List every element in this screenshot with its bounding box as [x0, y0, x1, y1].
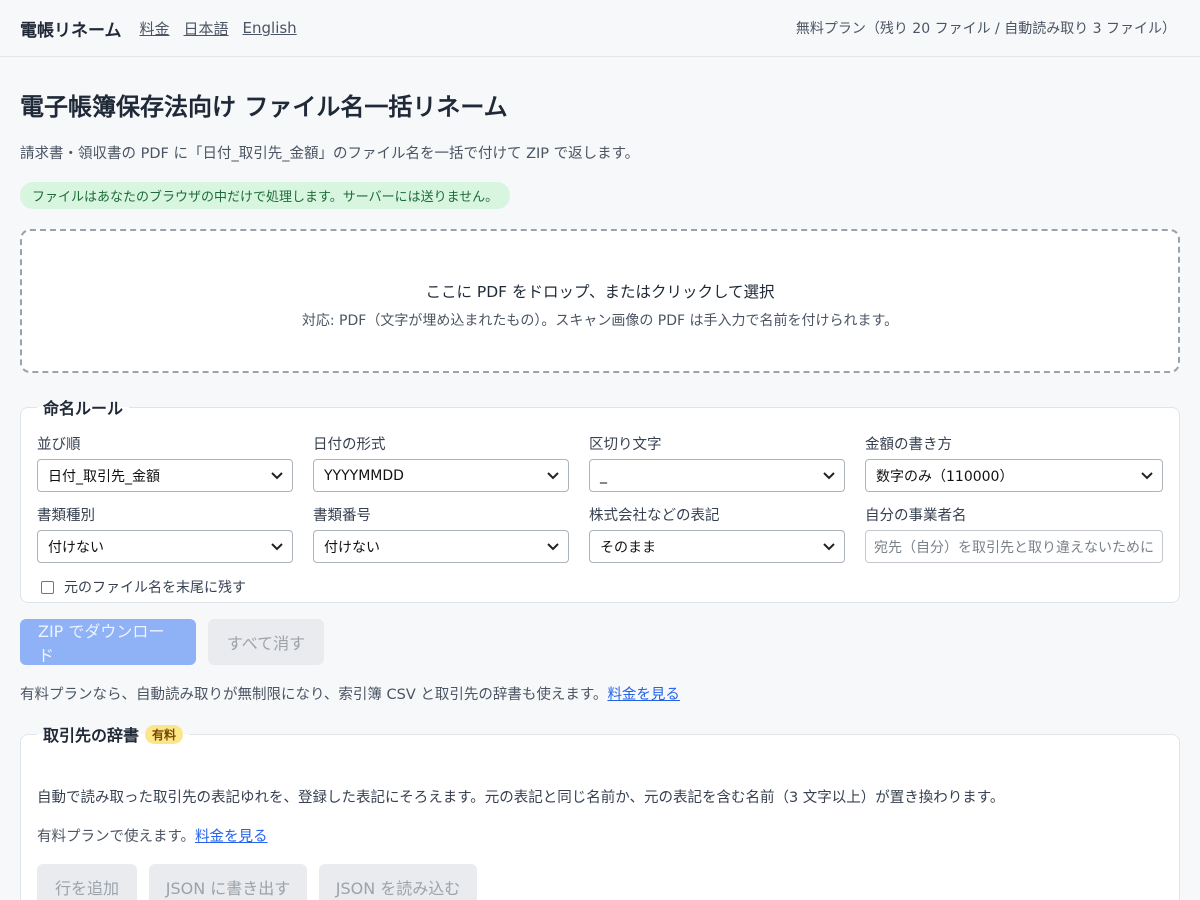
upsell-text: 有料プランなら、自動読み取りが無制限になり、索引簿 CSV と取引先の辞書も使え…: [20, 683, 1180, 704]
dictionary-description: 自動で読み取った取引先の表記ゆれを、登録した表記にそろえます。元の表記と同じ名前…: [37, 790, 1005, 806]
field-amount-format-label: 金額の書き方: [865, 437, 952, 453]
page-lead: 請求書・領収書の PDF に「日付_取引先_金額」のファイル名を一括で付けて Z…: [20, 146, 640, 162]
date-format-select-value: YYYYMMDD: [324, 467, 404, 484]
field-doc-type: 書類種別 付けない: [37, 504, 293, 563]
field-doc-type-label: 書類種別: [37, 508, 95, 524]
company-notation-select[interactable]: そのまま: [589, 530, 845, 563]
privacy-badge: ファイルはあなたのブラウザの中だけで処理します。サーバーには送りません。: [20, 182, 511, 209]
zip-download-button[interactable]: ZIP でダウンロード: [20, 619, 196, 665]
company-notation-select-value: そのまま: [600, 539, 656, 556]
field-separator: 区切り文字 _: [589, 433, 845, 492]
primary-actions: ZIP でダウンロード すべて消す: [20, 619, 1180, 665]
vendor-dictionary-panel: 取引先の辞書 有料 自動で読み取った取引先の表記ゆれを、登録した表記にそろえます。…: [20, 722, 1180, 900]
dictionary-pricing-link[interactable]: 料金を見る: [195, 829, 268, 845]
nav-japanese-link[interactable]: 日本語: [184, 18, 229, 39]
field-company-notation-label: 株式会社などの表記: [589, 508, 720, 524]
field-separator-label: 区切り文字: [589, 437, 662, 453]
field-order: 並び順 日付_取引先_金額: [37, 433, 293, 492]
field-own-business-name: 自分の事業者名 宛先（自分）を取引先と取り違えないために: [865, 504, 1163, 563]
dropzone-sub-text: 対応: PDF（文字が埋め込まれたもの）。スキャン画像の PDF は手入力で名前…: [301, 313, 899, 329]
keep-original-label: 元のファイル名を末尾に残す: [64, 580, 246, 596]
paid-badge: 有料: [145, 725, 184, 744]
upsell-pricing-link[interactable]: 料金を見る: [607, 687, 680, 703]
page-title: 電子帳簿保存法向け ファイル名一括リネーム: [20, 93, 508, 121]
field-order-label: 並び順: [37, 437, 81, 453]
keep-original-row[interactable]: 元のファイル名を末尾に残す: [37, 577, 1163, 597]
upsell-message: 有料プランなら、自動読み取りが無制限になり、索引簿 CSV と取引先の辞書も使え…: [20, 687, 608, 703]
separator-select[interactable]: _: [589, 459, 845, 492]
field-doc-number-label: 書類番号: [313, 508, 371, 524]
keep-original-checkbox[interactable]: [41, 580, 54, 594]
main-content: 電子帳簿保存法向け ファイル名一括リネーム 請求書・領収書の PDF に「日付_…: [0, 87, 1200, 900]
order-select[interactable]: 日付_取引先_金額: [37, 459, 293, 492]
field-date-format: 日付の形式 YYYYMMDD: [313, 433, 569, 492]
clear-all-button[interactable]: すべて消す: [208, 619, 324, 665]
field-company-notation: 株式会社などの表記 そのまま: [589, 504, 845, 563]
amount-format-select[interactable]: 数字のみ（110000）: [865, 459, 1163, 492]
plan-status: 無料プラン（残り 20 ファイル / 自動読み取り 3 ファイル）: [795, 21, 1176, 37]
top-bar: 電帳リネーム 料金 日本語 English 無料プラン（残り 20 ファイル /…: [0, 0, 1200, 57]
chevron-down-icon: [271, 472, 283, 480]
dictionary-note: 有料プランで使えます。料金を見る: [37, 825, 1163, 846]
dictionary-note-text: 有料プランで使えます。: [37, 829, 196, 845]
nav-english-link[interactable]: English: [243, 19, 297, 37]
amount-format-select-value: 数字のみ（110000）: [876, 468, 1014, 485]
nav-pricing-link[interactable]: 料金: [140, 18, 170, 39]
naming-rules-legend: 命名ルール: [43, 399, 124, 418]
pdf-dropzone[interactable]: ここに PDF をドロップ、またはクリックして選択 対応: PDF（文字が埋め込…: [20, 229, 1180, 373]
doc-number-select-value: 付けない: [324, 539, 380, 556]
field-amount-format: 金額の書き方 数字のみ（110000）: [865, 433, 1163, 492]
chevron-down-icon: [823, 472, 835, 480]
chevron-down-icon: [823, 543, 835, 551]
date-format-select[interactable]: YYYYMMDD: [313, 459, 569, 492]
field-doc-number: 書類番号 付けない: [313, 504, 569, 563]
chevron-down-icon: [547, 472, 559, 480]
separator-select-value: _: [600, 467, 607, 484]
chevron-down-icon: [1141, 472, 1153, 480]
vendor-dictionary-legend: 取引先の辞書 有料: [37, 722, 189, 746]
doc-type-select-value: 付けない: [48, 539, 104, 556]
export-json-button[interactable]: JSON に書き出す: [149, 864, 307, 900]
dictionary-actions: 行を追加 JSON に書き出す JSON を読み込む: [37, 864, 1163, 900]
import-json-button[interactable]: JSON を読み込む: [319, 864, 477, 900]
add-row-button[interactable]: 行を追加: [37, 864, 137, 900]
dropzone-main-text: ここに PDF をドロップ、またはクリックして選択: [425, 283, 775, 301]
field-date-format-label: 日付の形式: [313, 437, 386, 453]
doc-number-select[interactable]: 付けない: [313, 530, 569, 563]
brand-logo[interactable]: 電帳リネーム: [20, 16, 122, 41]
own-business-name-input[interactable]: 宛先（自分）を取引先と取り違えないために: [865, 530, 1163, 563]
vendor-dictionary-title: 取引先の辞書: [43, 726, 140, 745]
chevron-down-icon: [547, 543, 559, 551]
order-select-value: 日付_取引先_金額: [48, 468, 160, 485]
naming-rules-panel: 命名ルール 並び順 日付_取引先_金額 日付の形式 YYYYMMDD 区切り文字: [20, 395, 1180, 603]
field-own-business-name-label: 自分の事業者名: [865, 508, 967, 524]
chevron-down-icon: [271, 543, 283, 551]
doc-type-select[interactable]: 付けない: [37, 530, 293, 563]
